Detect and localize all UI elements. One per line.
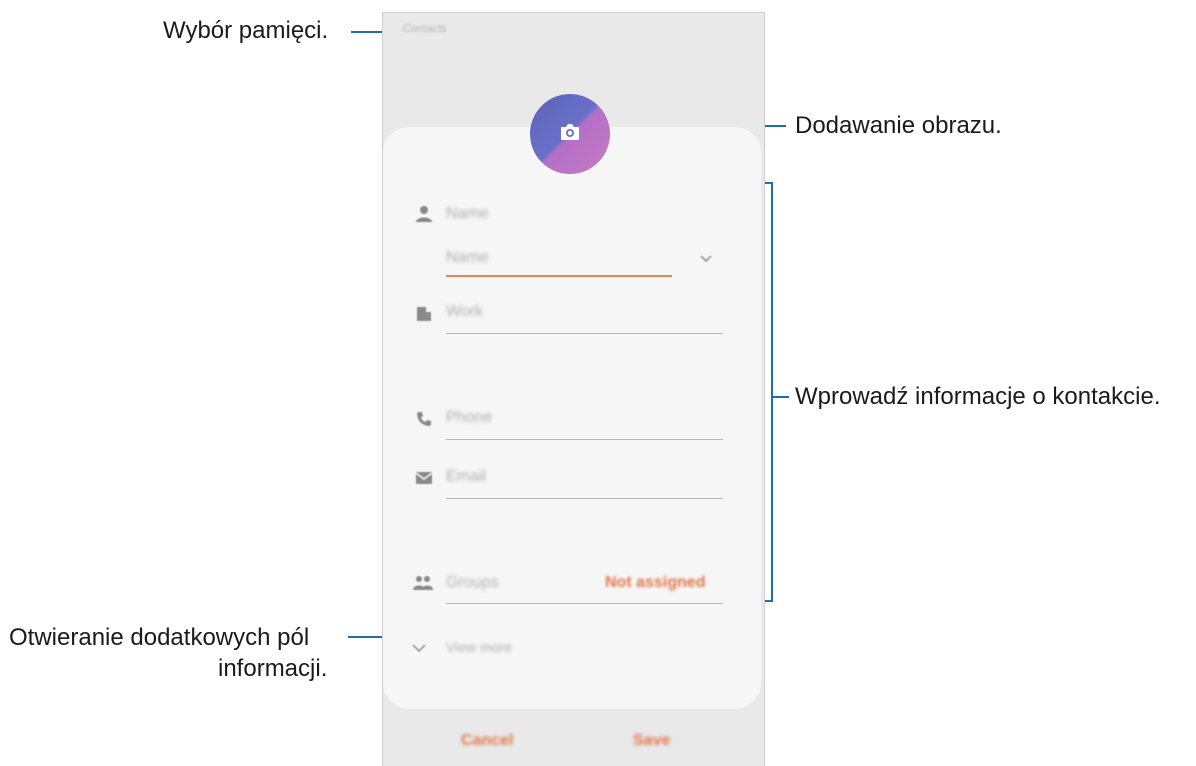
email-icon: [415, 469, 433, 487]
groups-value[interactable]: Not assigned: [605, 574, 705, 592]
phone-icon: [415, 410, 433, 428]
email-underline: [446, 498, 723, 499]
callout-storage-line: [351, 31, 382, 33]
groups-label[interactable]: Groups: [446, 574, 498, 592]
building-icon: [415, 305, 433, 323]
callout-storage: Wybór pamięci.: [163, 17, 329, 44]
name-input[interactable]: Name: [446, 249, 489, 267]
name-input-underline: [446, 275, 672, 277]
callout-more-fields-1: Otwieranie dodatkowych pól: [9, 624, 310, 651]
work-input[interactable]: Work: [446, 303, 483, 321]
person-icon: [415, 205, 433, 223]
email-input[interactable]: Email: [446, 468, 486, 486]
contact-form-card: Name Name Work Phone Email Groups Not as…: [383, 127, 761, 709]
callout-enter-info: Wprowadź informacje o kontakcie.: [795, 383, 1161, 410]
group-icon: [413, 574, 433, 592]
phone-underline: [446, 439, 723, 440]
phone-input[interactable]: Phone: [446, 409, 492, 427]
phone-screen: Contacts Name Name Work Phone Email Grou…: [382, 12, 765, 766]
work-underline: [446, 333, 723, 334]
callout-bracket-vertical: [771, 182, 773, 602]
chevron-down-icon[interactable]: [699, 251, 717, 269]
chevron-down-icon[interactable]: [411, 641, 429, 659]
callout-more-fields-2: informacji.: [218, 655, 328, 682]
callout-add-image: Dodawanie obrazu.: [795, 112, 1002, 139]
add-image-button[interactable]: [530, 94, 610, 174]
save-button[interactable]: Save: [633, 732, 670, 750]
callout-bracket-tick: [771, 396, 789, 398]
cancel-button[interactable]: Cancel: [461, 732, 513, 750]
storage-selector[interactable]: Contacts: [403, 23, 446, 35]
camera-icon: [559, 123, 581, 146]
groups-underline: [446, 603, 723, 604]
view-more-button[interactable]: View more: [446, 639, 512, 655]
name-header: Name: [446, 205, 489, 222]
